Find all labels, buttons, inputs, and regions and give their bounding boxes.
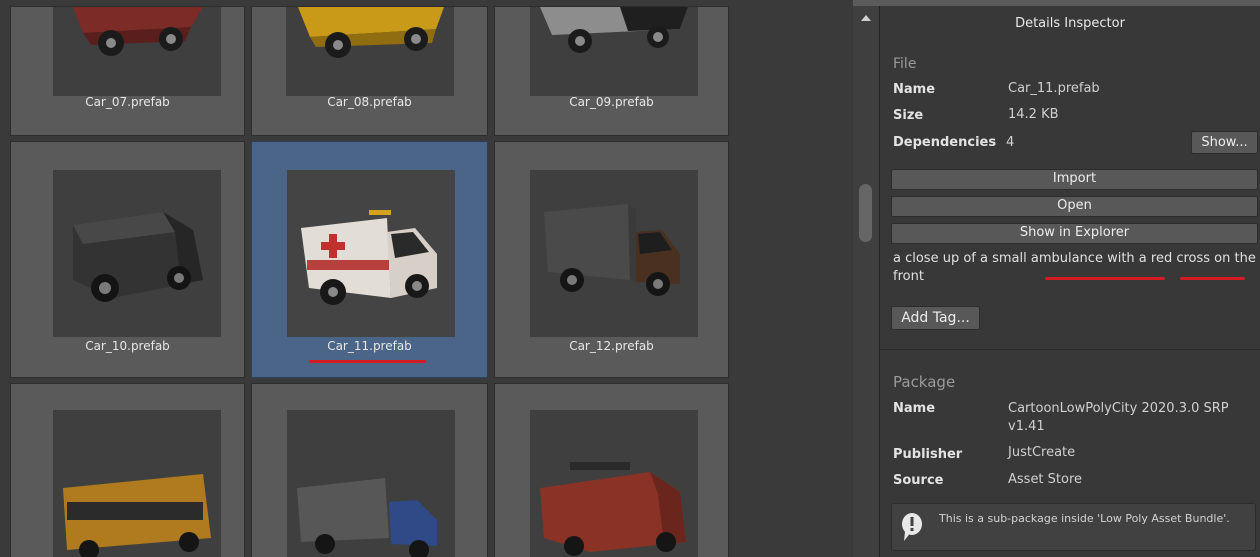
- file-name-label: Name: [893, 82, 936, 97]
- info-box: This is a sub-package inside 'Low Poly A…: [891, 503, 1256, 551]
- asset-thumbnail: [530, 410, 698, 557]
- source-label: Source: [893, 473, 944, 488]
- package-section-title: Package: [893, 373, 956, 391]
- asset-thumbnail: [53, 410, 221, 557]
- show-dependencies-button[interactable]: Show...: [1191, 131, 1258, 154]
- asset-label: Car_12.prefab: [569, 339, 654, 353]
- package-name-value: CartoonLowPolyCity 2020.3.0 SRP v1.41: [1008, 401, 1229, 434]
- asset-tile[interactable]: Car_12.prefab: [494, 141, 729, 378]
- dependencies-label: Dependencies: [893, 135, 997, 150]
- scroll-thumb[interactable]: [859, 184, 872, 242]
- annotation-underline: [1045, 277, 1165, 280]
- asset-grid: Car_07.prefab Car_08.prefab Car_09.prefa…: [0, 0, 853, 557]
- asset-thumbnail: [53, 170, 221, 337]
- asset-tile[interactable]: Car_08.prefab: [251, 6, 488, 136]
- file-name-value: Car_11.prefab: [1008, 81, 1100, 96]
- asset-tile[interactable]: Car_07.prefab: [10, 6, 245, 136]
- file-section-title: File: [893, 56, 917, 72]
- asset-thumbnail: [286, 7, 454, 96]
- scroll-up-arrow-icon[interactable]: [861, 15, 871, 21]
- annotation-underline: [1180, 277, 1245, 280]
- asset-label: Car_07.prefab: [85, 95, 170, 109]
- dependencies-value: 4: [1006, 135, 1015, 150]
- asset-label: Car_09.prefab: [569, 95, 654, 109]
- asset-thumbnail: [287, 170, 455, 337]
- asset-label: Car_10.prefab: [85, 339, 170, 353]
- asset-tile[interactable]: [494, 383, 729, 557]
- asset-label: Car_11.prefab: [327, 339, 412, 353]
- asset-thumbnail: [53, 7, 221, 96]
- details-inspector: Details Inspector File Name Car_11.prefa…: [879, 6, 1260, 557]
- vertical-scrollbar[interactable]: [853, 6, 879, 557]
- package-name-label: Name: [893, 401, 936, 416]
- show-in-explorer-button[interactable]: Show in Explorer: [891, 223, 1258, 244]
- info-icon: [902, 513, 922, 541]
- inspector-title: Details Inspector: [1015, 16, 1125, 31]
- publisher-value: JustCreate: [1008, 445, 1076, 460]
- import-button[interactable]: Import: [891, 169, 1258, 190]
- asset-tile[interactable]: [10, 383, 245, 557]
- asset-tile[interactable]: Car_09.prefab: [494, 6, 729, 136]
- asset-tile[interactable]: [251, 383, 488, 557]
- publisher-label: Publisher: [893, 447, 963, 462]
- asset-thumbnail: [287, 410, 455, 557]
- file-size-value: 14.2 KB: [1008, 107, 1059, 122]
- asset-label: Car_08.prefab: [327, 95, 412, 109]
- add-tag-button[interactable]: Add Tag...: [891, 306, 980, 330]
- open-button[interactable]: Open: [891, 196, 1258, 217]
- source-value: Asset Store: [1008, 472, 1083, 487]
- asset-description: a close up of a small ambulance with a r…: [893, 251, 1256, 284]
- section-divider: [880, 349, 1260, 350]
- asset-thumbnail: [530, 170, 698, 337]
- asset-tile-selected[interactable]: Car_11.prefab: [251, 141, 488, 378]
- file-size-label: Size: [893, 108, 924, 123]
- annotation-underline: [309, 360, 426, 363]
- asset-tile[interactable]: Car_10.prefab: [10, 141, 245, 378]
- asset-thumbnail: [530, 7, 698, 96]
- info-message: This is a sub-package inside 'Low Poly A…: [939, 512, 1230, 525]
